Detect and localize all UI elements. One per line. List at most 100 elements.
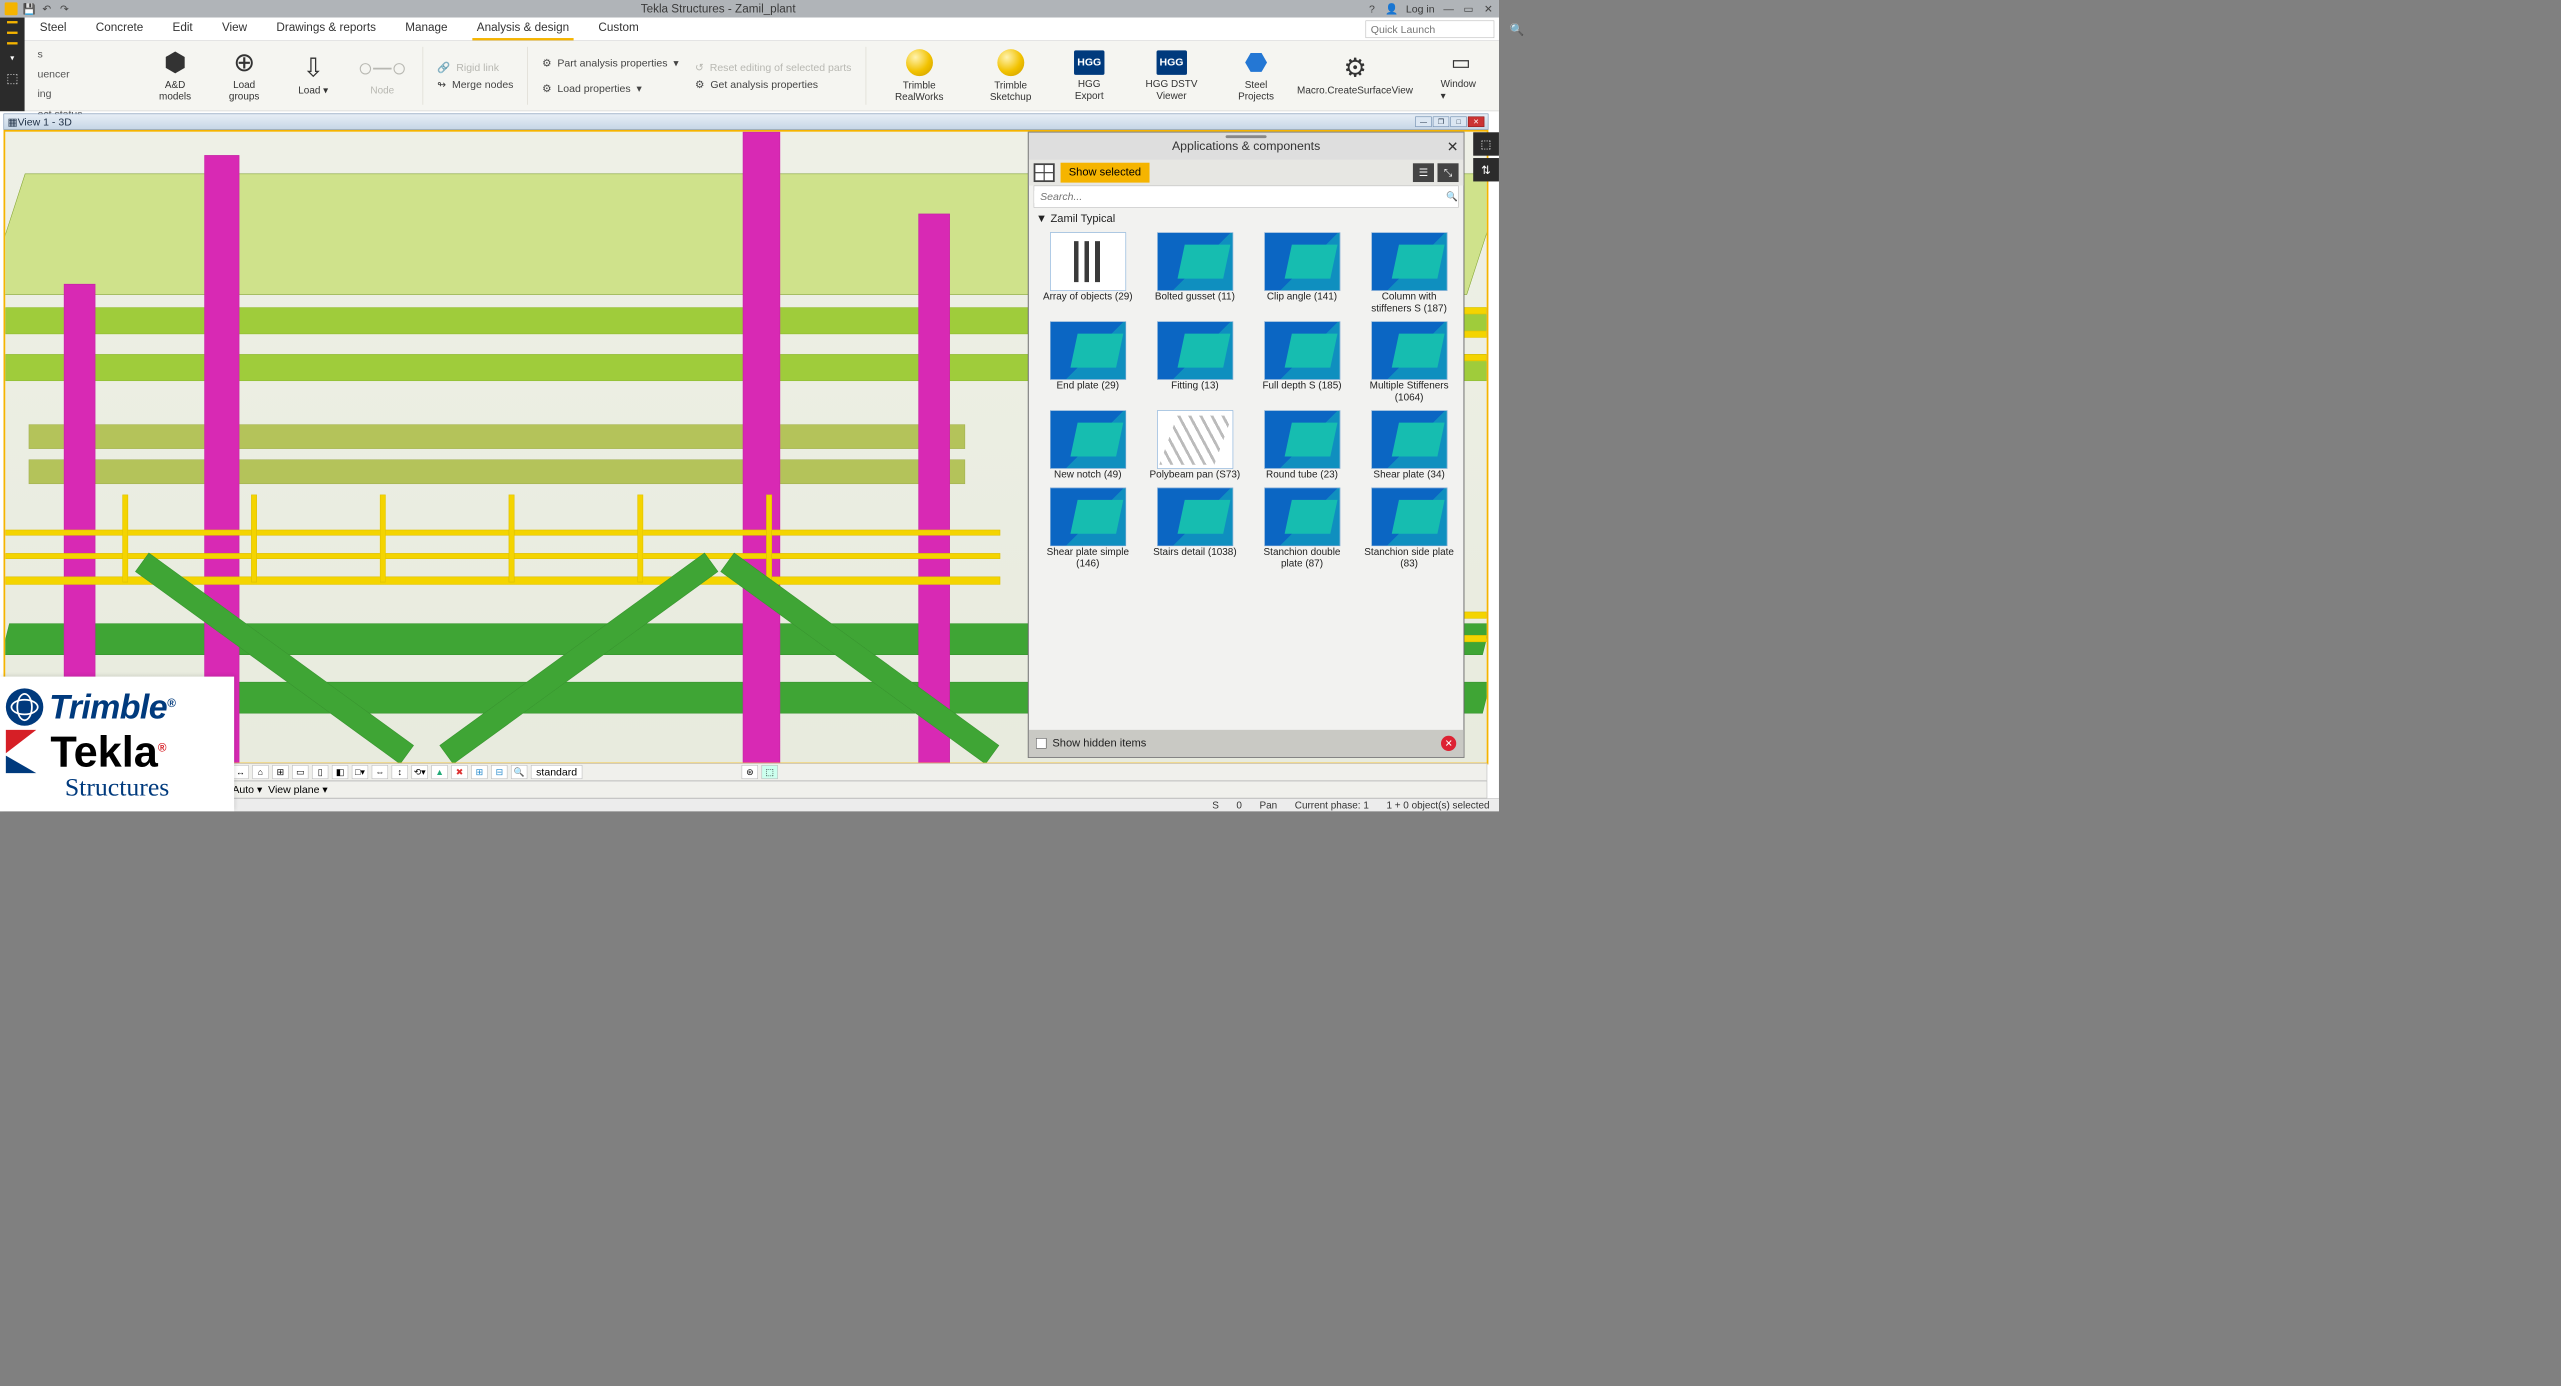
tool-icon[interactable]: □▾ <box>352 765 368 779</box>
levels-icon[interactable]: ⇅ <box>1473 158 1499 181</box>
view-plane-dropdown[interactable]: View plane ▾ <box>268 783 328 795</box>
maximize-icon[interactable]: ▭ <box>1463 3 1475 15</box>
collapse-triangle-icon[interactable]: ▼ <box>1036 212 1047 225</box>
tool-icon[interactable]: ⊞ <box>272 765 288 779</box>
file-menu-strip[interactable]: ▾ ⬚ <box>0 18 25 112</box>
ad-models-button[interactable]: ⬢A&D models <box>149 49 202 102</box>
load-properties-button[interactable]: ⚙Load properties▾ <box>542 82 679 94</box>
tool-icon[interactable]: ✖ <box>451 765 467 779</box>
redo-icon[interactable]: ↷ <box>59 3 71 15</box>
tab-view[interactable]: View <box>217 18 252 41</box>
tab-analysis-design[interactable]: Analysis & design <box>472 18 574 41</box>
component-item[interactable]: Stanchion side plate (83) <box>1361 488 1458 570</box>
tool-icon[interactable]: ⊟ <box>491 765 507 779</box>
component-item[interactable]: Full depth S (185) <box>1254 321 1351 403</box>
component-item[interactable]: Stanchion double plate (87) <box>1254 488 1351 570</box>
panel-header[interactable]: Applications & components ✕ <box>1029 133 1463 160</box>
view-min-icon[interactable]: — <box>1415 116 1431 127</box>
macro-surface-button[interactable]: ⚙Macro.CreateSurfaceView <box>1301 55 1409 96</box>
load-groups-button[interactable]: ⊕Load groups <box>218 49 271 102</box>
save-icon[interactable]: 💾 <box>23 3 35 15</box>
tool-icon[interactable]: ⇔ <box>372 765 388 779</box>
right-side-panel-toggles[interactable]: ⬚ ⇅ <box>1473 132 1499 181</box>
tool-icon[interactable]: 🔍 <box>511 765 527 779</box>
part-analysis-button[interactable]: ⚙Part analysis properties▾ <box>542 57 679 69</box>
quick-launch[interactable]: 🔍 <box>1366 20 1495 38</box>
hgg-export-button[interactable]: HGGHGG Export <box>1063 50 1116 102</box>
view-max-icon[interactable]: □ <box>1450 116 1466 127</box>
tool-icon[interactable]: ⊛ <box>742 765 758 779</box>
render-mode-field[interactable]: standard <box>531 765 583 779</box>
tool-icon[interactable]: ↔ <box>232 765 248 779</box>
view-tab-label: View 1 - 3D <box>18 116 72 128</box>
collapse-icon[interactable]: ⤡ <box>1437 163 1458 182</box>
view-close-icon[interactable]: ✕ <box>1468 116 1484 127</box>
show-selected-button[interactable]: Show selected <box>1061 163 1150 183</box>
component-item[interactable]: Shear plate simple (146) <box>1039 488 1136 570</box>
tool-icon[interactable]: ⬚ <box>762 765 778 779</box>
quick-access-toolbar: 💾 ↶ ↷ <box>5 2 71 15</box>
tool-icon[interactable]: ⌂ <box>252 765 268 779</box>
view-restore-icon[interactable]: ❐ <box>1433 116 1449 127</box>
panel-search[interactable]: 🔍 <box>1034 186 1459 208</box>
tab-custom[interactable]: Custom <box>594 18 644 41</box>
component-item[interactable]: New notch (49) <box>1039 410 1136 480</box>
component-group-header[interactable]: ▼ Zamil Typical <box>1029 208 1463 230</box>
view-window-titlebar[interactable]: ▦ View 1 - 3D — ❐ □ ✕ <box>4 114 1489 130</box>
minimize-icon[interactable]: — <box>1443 3 1455 15</box>
quick-launch-input[interactable] <box>1366 23 1511 35</box>
component-item[interactable]: Multiple Stiffeners (1064) <box>1361 321 1458 403</box>
search-icon[interactable]: 🔍 <box>1446 191 1458 203</box>
tab-steel[interactable]: Steel <box>35 18 71 41</box>
component-item[interactable]: Stairs detail (1038) <box>1147 488 1244 570</box>
help-icon[interactable]: ? <box>1366 3 1378 15</box>
component-grid: Array of objects (29) Bolted gusset (11)… <box>1029 230 1463 730</box>
globe-icon <box>6 688 43 725</box>
cube-view-icon[interactable]: ⬚ <box>1473 132 1499 155</box>
drag-handle-icon[interactable] <box>1226 135 1267 138</box>
load-button[interactable]: ⇩Load ▾ <box>287 55 340 96</box>
tool-icon[interactable]: ▲ <box>431 765 447 779</box>
undo-icon[interactable]: ↶ <box>41 3 53 15</box>
grid-view-icon[interactable] <box>1034 163 1055 182</box>
auto-dropdown[interactable]: Auto ▾ <box>232 783 262 795</box>
panel-search-input[interactable] <box>1034 191 1446 203</box>
get-analysis-button[interactable]: ⚙Get analysis properties <box>695 78 851 90</box>
login-link[interactable]: Log in <box>1406 3 1435 15</box>
merge-nodes-button[interactable]: ↬Merge nodes <box>437 78 513 90</box>
tool-icon[interactable]: ↕ <box>392 765 408 779</box>
component-item[interactable]: Round tube (23) <box>1254 410 1351 480</box>
component-item[interactable]: Column with stiffeners S (187) <box>1361 232 1458 314</box>
list-view-icon[interactable]: ☰ <box>1413 163 1434 182</box>
component-item[interactable]: Polybeam pan (S73) <box>1147 410 1244 480</box>
window-title: Tekla Structures - Zamil_plant <box>70 2 1366 15</box>
tool-icon[interactable]: ⟲▾ <box>411 765 427 779</box>
component-item[interactable]: Bolted gusset (11) <box>1147 232 1244 314</box>
close-icon[interactable]: ✕ <box>1483 3 1495 15</box>
tab-concrete[interactable]: Concrete <box>91 18 148 41</box>
tool-icon[interactable]: ⊞ <box>471 765 487 779</box>
panel-footer: Show hidden items ✕ <box>1029 730 1463 757</box>
component-item[interactable]: Shear plate (34) <box>1361 410 1458 480</box>
tab-edit[interactable]: Edit <box>168 18 198 41</box>
tool-icon[interactable]: ▯ <box>312 765 328 779</box>
tool-icon[interactable]: ◧ <box>332 765 348 779</box>
tab-drawings[interactable]: Drawings & reports <box>272 18 381 41</box>
left-fragment: s uencer ing ect status <box>37 44 82 124</box>
steel-projects-button[interactable]: ⬣Steel Projects <box>1227 49 1284 102</box>
tool-icon[interactable]: ▭ <box>292 765 308 779</box>
component-item[interactable]: Clip angle (141) <box>1254 232 1351 314</box>
window-menu[interactable]: ▭ Window ▾ <box>1423 41 1499 111</box>
component-item[interactable]: End plate (29) <box>1039 321 1136 403</box>
component-item[interactable]: Fitting (13) <box>1147 321 1244 403</box>
tab-manage[interactable]: Manage <box>401 18 453 41</box>
trimble-realworks-button[interactable]: Trimble RealWorks <box>880 49 958 103</box>
user-icon[interactable]: 👤 <box>1386 3 1398 15</box>
panel-close-icon[interactable]: ✕ <box>1447 139 1459 156</box>
hgg-dstv-button[interactable]: HGGHGG DSTV Viewer <box>1132 50 1211 102</box>
trimble-sketchup-button[interactable]: Trimble Sketchup <box>975 49 1047 103</box>
component-item[interactable]: Array of objects (29) <box>1039 232 1136 314</box>
search-icon[interactable]: 🔍 <box>1511 23 1523 35</box>
panel-footer-close-icon[interactable]: ✕ <box>1441 736 1456 751</box>
show-hidden-checkbox[interactable] <box>1036 738 1047 749</box>
